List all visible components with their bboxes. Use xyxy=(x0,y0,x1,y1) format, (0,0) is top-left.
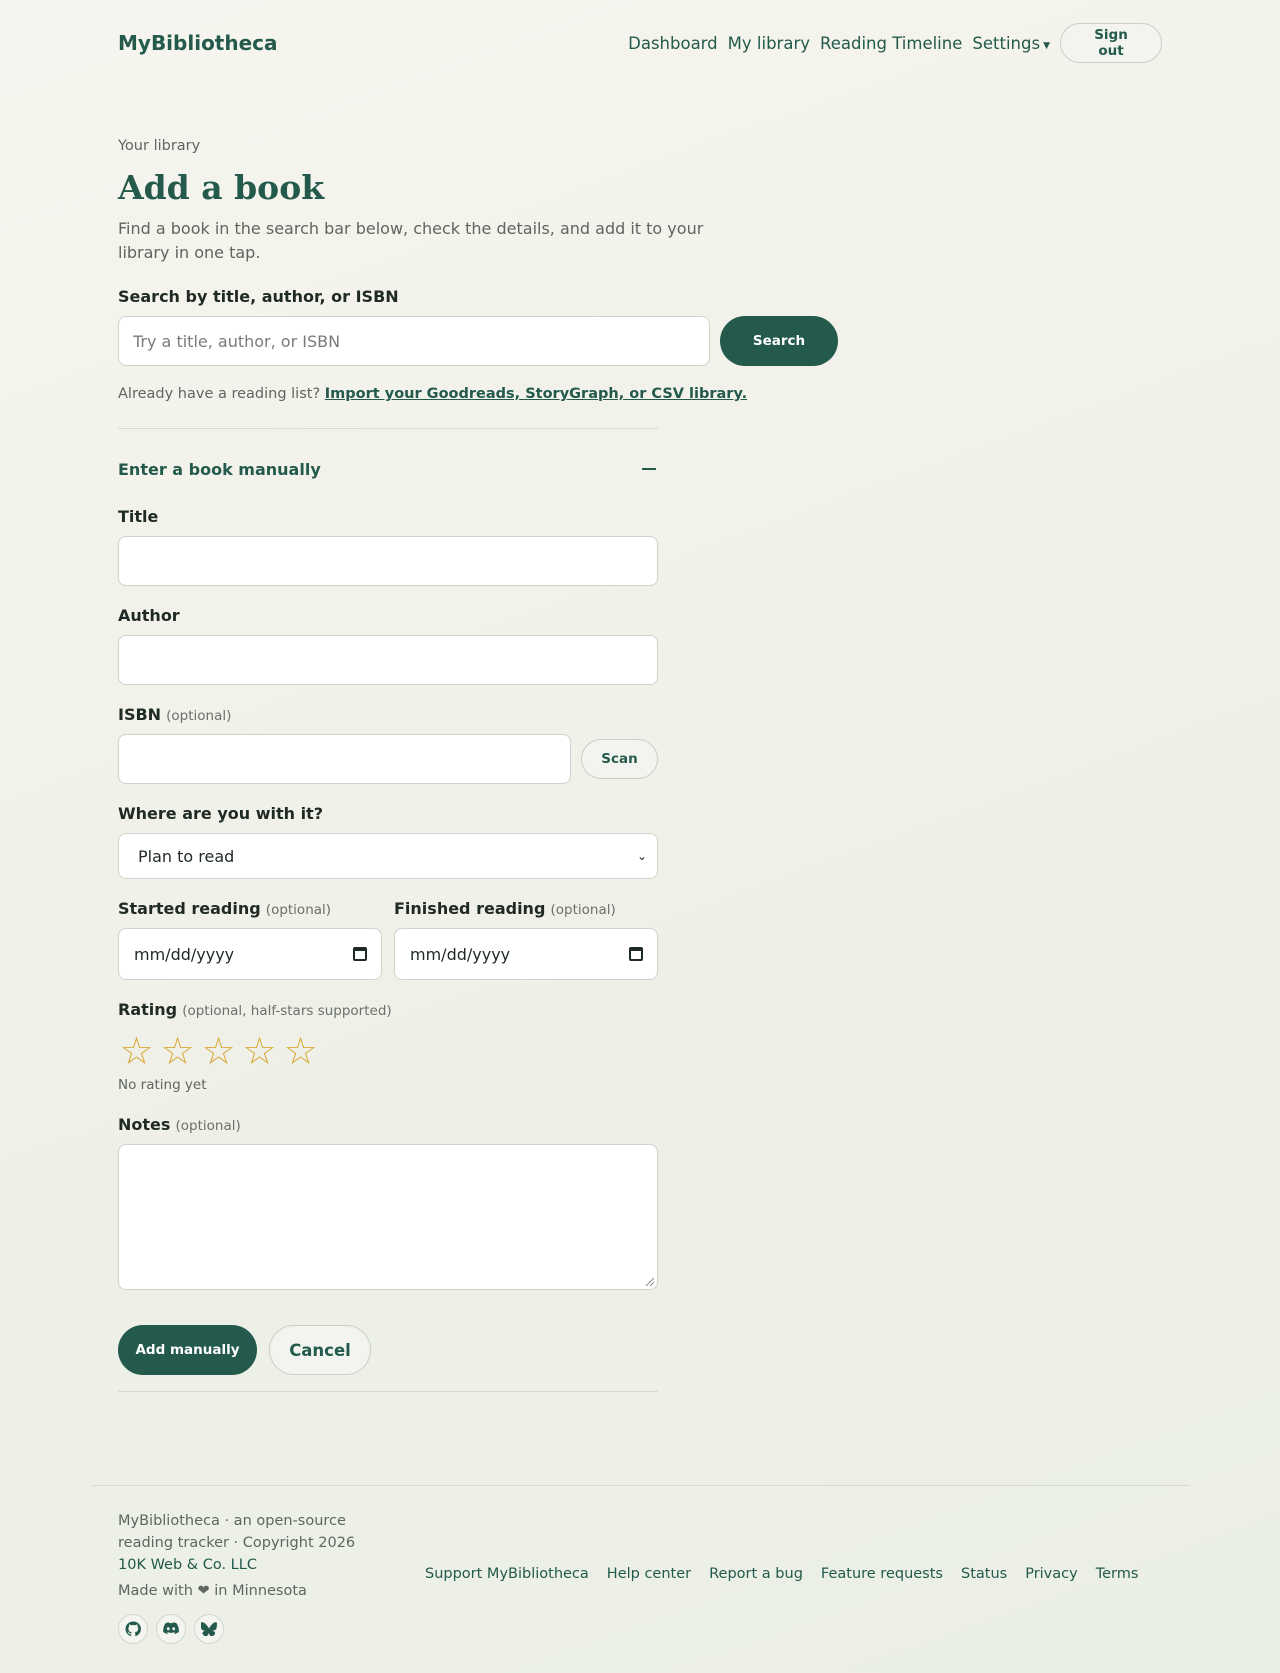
rating-optional: (optional, half-stars supported) xyxy=(182,1003,392,1019)
author-input[interactable] xyxy=(118,635,658,685)
site-header: MyBibliotheca Dashboard My library Readi… xyxy=(118,22,1162,64)
manual-entry-heading: Enter a book manually xyxy=(118,459,321,479)
rating-stars: ☆ ☆ ☆ ☆ ☆ xyxy=(118,1029,1162,1073)
cancel-button[interactable]: Cancel xyxy=(269,1325,371,1375)
search-row: Search xyxy=(118,316,1162,366)
started-field: Started reading (optional) mm/dd/yyyy xyxy=(118,899,382,980)
search-button[interactable]: Search xyxy=(720,316,838,366)
notes-textarea[interactable] xyxy=(118,1144,658,1290)
form-actions: Add manually Cancel xyxy=(118,1325,1162,1375)
main-nav: Dashboard My library Reading Timeline Se… xyxy=(628,23,1162,63)
nav-dashboard[interactable]: Dashboard xyxy=(628,34,718,53)
title-label: Title xyxy=(118,507,159,526)
nav-my-library[interactable]: My library xyxy=(728,34,810,53)
started-date-placeholder: mm/dd/yyyy xyxy=(134,944,235,964)
date-row: Started reading (optional) mm/dd/yyyy Fi… xyxy=(118,899,1162,980)
footer-link-support[interactable]: Support MyBibliotheca xyxy=(425,1566,589,1582)
notes-label: Notes xyxy=(118,1115,171,1134)
notes-optional: (optional) xyxy=(175,1118,241,1134)
star-icon-4[interactable]: ☆ xyxy=(241,1029,278,1073)
nav-settings-label: Settings xyxy=(972,33,1041,53)
rating-status: No rating yet xyxy=(118,1077,207,1093)
footer-link-privacy[interactable]: Privacy xyxy=(1025,1566,1078,1582)
add-manually-button[interactable]: Add manually xyxy=(118,1325,257,1375)
footer-link-terms[interactable]: Terms xyxy=(1096,1566,1139,1582)
page-description: Find a book in the search bar below, che… xyxy=(118,219,704,262)
site-footer: MyBibliotheca · an open-source reading t… xyxy=(118,1510,1162,1650)
footer-link-status[interactable]: Status xyxy=(961,1566,1007,1582)
search-label: Search by title, author, or ISBN xyxy=(118,287,399,306)
isbn-optional: (optional) xyxy=(166,708,232,724)
add-book-page: Your library Add a book Find a book in t… xyxy=(118,138,1162,1392)
breadcrumb: Your library xyxy=(118,138,201,154)
import-link[interactable]: Import your Goodreads, StoryGraph, or CS… xyxy=(325,386,747,402)
finished-date-input[interactable]: mm/dd/yyyy xyxy=(394,928,658,980)
finished-field: Finished reading (optional) mm/dd/yyyy xyxy=(394,899,658,980)
status-label: Where are you with it? xyxy=(118,804,323,823)
calendar-icon[interactable] xyxy=(629,947,643,961)
footer-info: MyBibliotheca · an open-source reading t… xyxy=(118,1510,368,1644)
company-link[interactable]: 10K Web & Co. LLC xyxy=(118,1557,257,1573)
nav-reading-timeline[interactable]: Reading Timeline xyxy=(820,34,962,53)
manual-entry-toggle[interactable]: Enter a book manually xyxy=(118,429,658,509)
bluesky-icon[interactable] xyxy=(194,1614,224,1644)
isbn-row: Scan xyxy=(118,734,1162,784)
isbn-label: ISBN xyxy=(118,705,162,724)
scan-button[interactable]: Scan xyxy=(581,739,658,779)
notes-label-row: Notes (optional) xyxy=(118,1115,1162,1134)
social-links xyxy=(118,1614,368,1644)
finished-label: Finished reading xyxy=(394,899,546,918)
star-icon-2[interactable]: ☆ xyxy=(159,1029,196,1073)
divider xyxy=(118,1391,658,1392)
star-icon-3[interactable]: ☆ xyxy=(200,1029,237,1073)
caret-down-icon: ▼ xyxy=(1043,40,1050,51)
import-hint: Already have a reading list? Import your… xyxy=(118,386,1162,402)
started-date-input[interactable]: mm/dd/yyyy xyxy=(118,928,382,980)
isbn-label-row: ISBN (optional) xyxy=(118,705,1162,724)
star-icon-1[interactable]: ☆ xyxy=(118,1029,155,1073)
author-label: Author xyxy=(118,606,180,625)
collapse-icon xyxy=(642,468,656,470)
search-input[interactable] xyxy=(118,316,710,366)
chevron-down-icon: ⌄ xyxy=(636,849,647,863)
sign-out-button[interactable]: Sign out xyxy=(1060,23,1162,63)
made-with: Made with ❤ in Minnesota xyxy=(118,1583,307,1599)
discord-icon[interactable] xyxy=(156,1614,186,1644)
rating-label-row: Rating (optional, half-stars supported) xyxy=(118,1000,1162,1019)
page-title: Add a book xyxy=(118,168,325,207)
calendar-icon[interactable] xyxy=(353,947,367,961)
footer-link-help-center[interactable]: Help center xyxy=(607,1566,691,1582)
status-select[interactable]: Plan to read ⌄ xyxy=(118,833,658,879)
footer-line-2: reading tracker · Copyright 2026 xyxy=(118,1535,356,1551)
nav-settings[interactable]: Settings ▼ xyxy=(972,34,1050,53)
brand-logo[interactable]: MyBibliotheca xyxy=(118,31,278,55)
status-select-value: Plan to read xyxy=(138,846,235,866)
started-optional: (optional) xyxy=(265,902,332,918)
isbn-input[interactable] xyxy=(118,734,571,784)
github-icon[interactable] xyxy=(118,1614,148,1644)
resize-handle-icon[interactable] xyxy=(646,1278,654,1286)
footer-links: Support MyBibliotheca Help center Report… xyxy=(425,1566,1138,1582)
finished-date-placeholder: mm/dd/yyyy xyxy=(410,944,511,964)
footer-link-report-bug[interactable]: Report a bug xyxy=(709,1566,803,1582)
finished-label-row: Finished reading (optional) xyxy=(394,899,658,918)
started-label: Started reading xyxy=(118,899,261,918)
star-icon-5[interactable]: ☆ xyxy=(282,1029,319,1073)
started-label-row: Started reading (optional) xyxy=(118,899,382,918)
finished-optional: (optional) xyxy=(550,902,616,918)
footer-line-1: MyBibliotheca · an open-source xyxy=(118,1513,346,1529)
rating-label: Rating xyxy=(118,1000,178,1019)
title-input[interactable] xyxy=(118,536,658,586)
footer-link-feature-requests[interactable]: Feature requests xyxy=(821,1566,943,1582)
import-prefix: Already have a reading list? xyxy=(118,386,321,402)
footer-divider xyxy=(92,1485,1190,1486)
